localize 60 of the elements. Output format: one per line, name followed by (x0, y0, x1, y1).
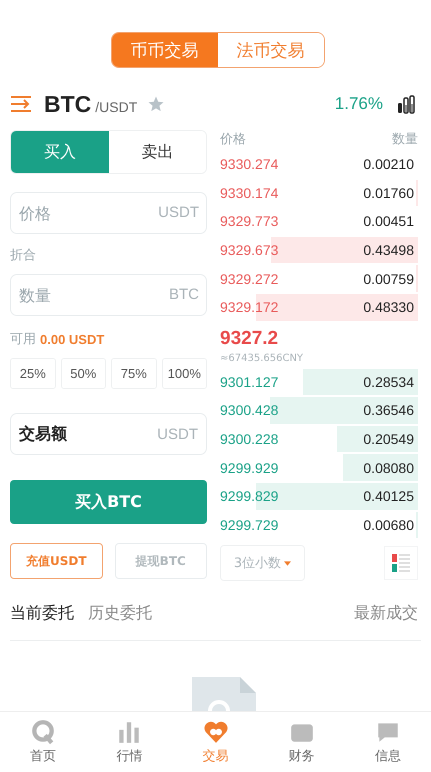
heart-icon (202, 719, 230, 745)
bid-amount: 0.36546 (363, 402, 414, 418)
total-field[interactable]: 交易额 USDT (10, 413, 207, 455)
bid-amount: 0.00680 (363, 516, 414, 533)
unit-label: USDT (158, 204, 199, 221)
bid-price: 9300.428 (220, 402, 278, 418)
home-icon (30, 719, 56, 745)
available-value: 0.00 USDT (40, 332, 104, 346)
price-change: 1.76% (334, 94, 383, 114)
ask-price: 9329.272 (220, 270, 278, 287)
latest-trades-link[interactable]: 最新成交 (354, 602, 418, 624)
ask-amount: 0.00210 (363, 156, 414, 172)
percent-button[interactable]: 50% (60, 358, 106, 389)
bid-price: 9299.729 (220, 516, 278, 533)
nav-tab[interactable]: 首页 (0, 712, 86, 772)
ask-amount: 0.00759 (363, 270, 414, 287)
side-tab[interactable]: 买入 (11, 131, 108, 173)
converted-label: 折合 (10, 247, 36, 264)
order-tab[interactable]: 历史委托 (88, 602, 152, 624)
unit-label: USDT (157, 426, 198, 442)
ask-price: 9330.174 (220, 184, 278, 201)
pair-quote: /USDT (95, 99, 138, 115)
chart-icon[interactable] (395, 94, 417, 114)
ask-amount: 0.48330 (363, 299, 414, 316)
total-label: 交易额 (19, 424, 67, 444)
bid-price: 9299.929 (220, 460, 278, 476)
ask-price: 9329.673 (220, 242, 278, 258)
last-price-cny: ≈67435.656CNY (220, 352, 304, 364)
bid-amount: 0.28534 (363, 374, 414, 390)
ask-price: 9330.274 (220, 156, 278, 172)
amount-header: 数量 (392, 131, 418, 149)
ask-amount: 0.01760 (363, 184, 414, 201)
bid-price: 9300.228 (220, 431, 278, 448)
menu-icon[interactable] (10, 95, 34, 113)
percent-button[interactable]: 25% (10, 358, 56, 389)
ask-amount: 0.43498 (363, 242, 414, 258)
book-layout-icon (390, 552, 412, 574)
pair-base: BTC (44, 90, 92, 118)
price-header: 价格 (220, 131, 246, 149)
bid-price: 9301.127 (220, 374, 278, 390)
nav-tab[interactable]: 财务 (258, 712, 345, 772)
last-price: 9327.2 (220, 328, 278, 350)
bid-amount: 0.40125 (363, 488, 414, 504)
layout-button[interactable] (384, 546, 418, 580)
nav-tab[interactable]: 信息 (344, 712, 431, 772)
bid-amount: 0.08080 (363, 460, 414, 476)
ask-price: 9329.172 (220, 299, 278, 316)
bid-price: 9299.829 (220, 488, 278, 504)
star-icon[interactable] (147, 95, 166, 113)
buy-button[interactable]: 买入BTC (10, 480, 207, 524)
available-label: 可用 (10, 331, 36, 348)
ask-price: 9329.773 (220, 213, 278, 230)
bid-amount: 0.20549 (363, 431, 414, 448)
percent-button[interactable]: 75% (111, 358, 156, 389)
unit-label: BTC (169, 286, 199, 303)
nav-tab[interactable]: 行情 (86, 712, 172, 772)
ask-amount: 0.00451 (363, 213, 414, 230)
caret-icon (284, 560, 292, 566)
percent-button[interactable]: 100% (162, 358, 207, 389)
order-tab[interactable]: 当前委托 (10, 602, 74, 624)
